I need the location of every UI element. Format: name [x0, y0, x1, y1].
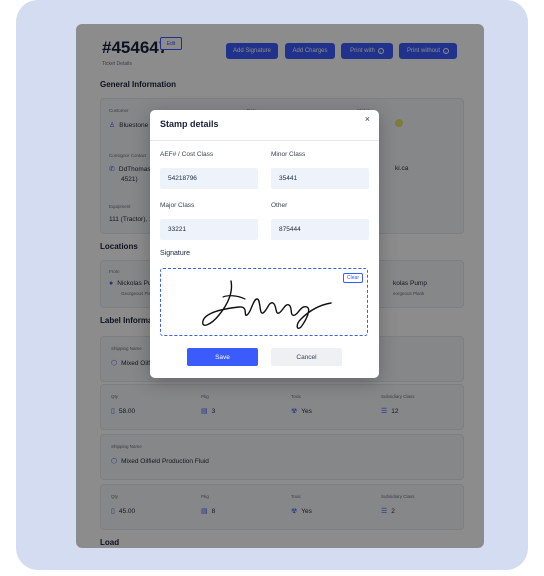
minor-class-label: Minor Class: [271, 151, 306, 158]
signature-drawing: [202, 280, 332, 329]
other-label: Other: [271, 202, 288, 209]
minor-class-input[interactable]: [271, 168, 369, 189]
close-icon[interactable]: ×: [365, 114, 370, 124]
modal-title: Stamp details: [160, 119, 219, 129]
modal-divider: [150, 140, 379, 141]
aef-cost-class-input[interactable]: [160, 168, 258, 189]
other-input[interactable]: [271, 219, 369, 240]
cancel-button[interactable]: Cancel: [271, 348, 342, 366]
signature-pad[interactable]: Clear: [160, 268, 368, 336]
aef-cost-class-label: AEF# / Cost Class: [160, 151, 214, 158]
stamp-details-modal: Stamp details × AEF# / Cost Class Minor …: [150, 110, 379, 378]
save-button[interactable]: Save: [187, 348, 258, 366]
clear-signature-button[interactable]: Clear: [343, 273, 363, 283]
major-class-label: Major Class: [160, 202, 195, 209]
major-class-input[interactable]: [160, 219, 258, 240]
signature-label: Signature: [160, 250, 190, 257]
